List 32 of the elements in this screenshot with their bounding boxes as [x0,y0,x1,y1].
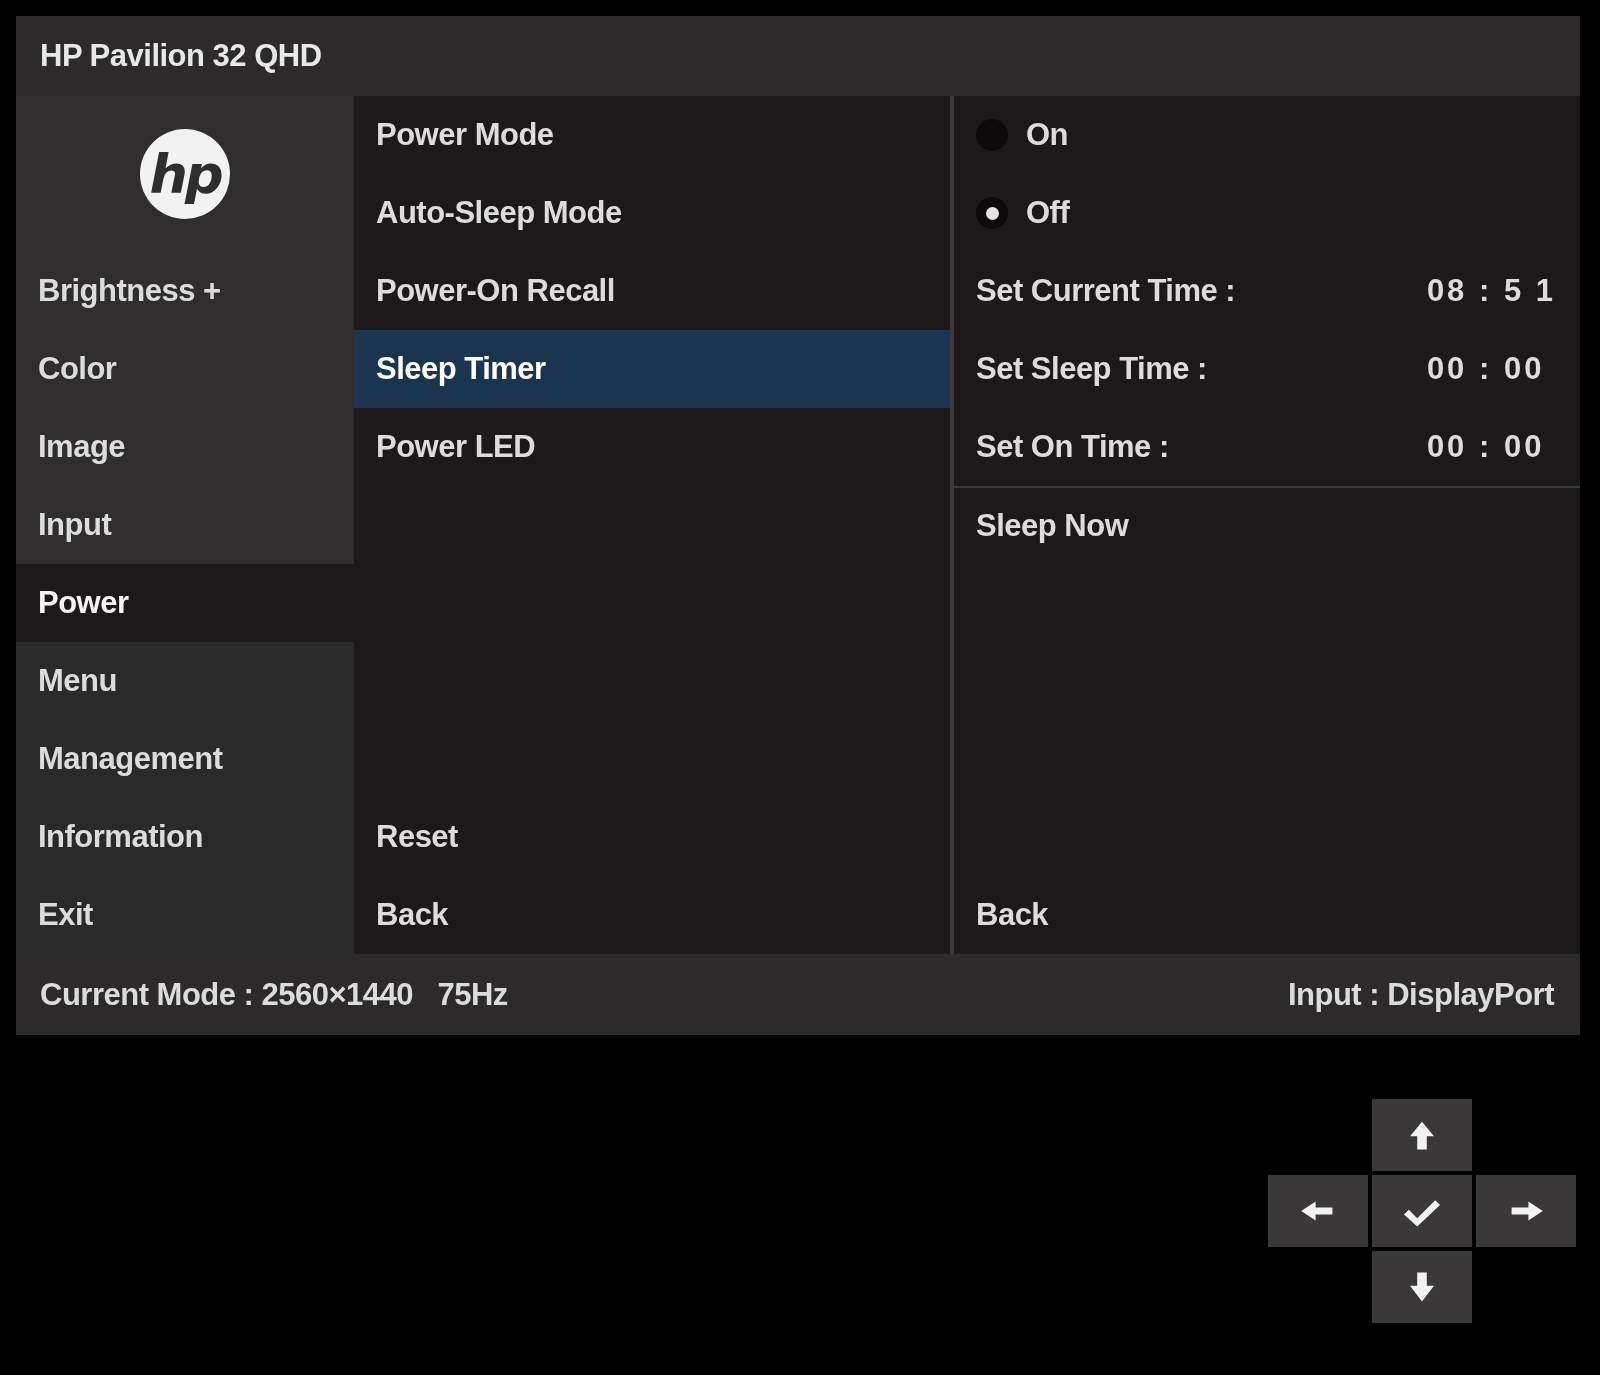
window-title: HP Pavilion 32 QHD [40,38,322,74]
submenu-item[interactable]: Reset [354,798,950,876]
main-menu-item[interactable]: Image [16,408,354,486]
checkmark-button[interactable] [1372,1175,1472,1247]
time-value: 08 : 5 1 [1426,272,1557,310]
left-arrow-button[interactable] [1268,1175,1368,1247]
down-arrow-button[interactable] [1372,1251,1472,1323]
input-source-text: Input : DisplayPort [1287,976,1554,1013]
time-value: 00 : 00 [1426,350,1546,388]
radio-button[interactable] [976,197,1008,229]
main-menu-item[interactable]: Input [16,486,354,564]
main-menu-item[interactable]: Brightness + [16,252,354,330]
sleep-now-option[interactable]: Sleep Now [954,486,1580,564]
submenu-item[interactable]: Auto-Sleep Mode [354,174,950,252]
submenu-item[interactable]: Power LED [354,408,950,486]
radio-label: Off [1026,195,1070,231]
main-menu-item[interactable]: Color [16,330,354,408]
submenu-item[interactable]: Back [354,876,950,954]
back-option[interactable]: Back [954,876,1580,954]
setting-label[interactable]: Set On Time : [954,408,1427,486]
current-mode-text: Current Mode : 2560×1440 75Hz [40,976,508,1013]
submenu-item[interactable]: Power-On Recall [354,252,950,330]
submenu-item[interactable]: Sleep Timer [354,330,950,408]
time-value: 00 : 00 [1426,428,1546,466]
right-arrow-button[interactable] [1476,1175,1576,1247]
brand-logo: hp [140,129,230,219]
up-arrow-button[interactable] [1372,1099,1472,1171]
setting-label[interactable]: Set Sleep Time : [954,330,1427,408]
main-menu-item[interactable]: Power [16,564,354,642]
submenu-item[interactable]: Power Mode [354,96,950,174]
radio-label: On [1026,117,1069,153]
setting-label[interactable]: Set Current Time : [954,252,1427,330]
